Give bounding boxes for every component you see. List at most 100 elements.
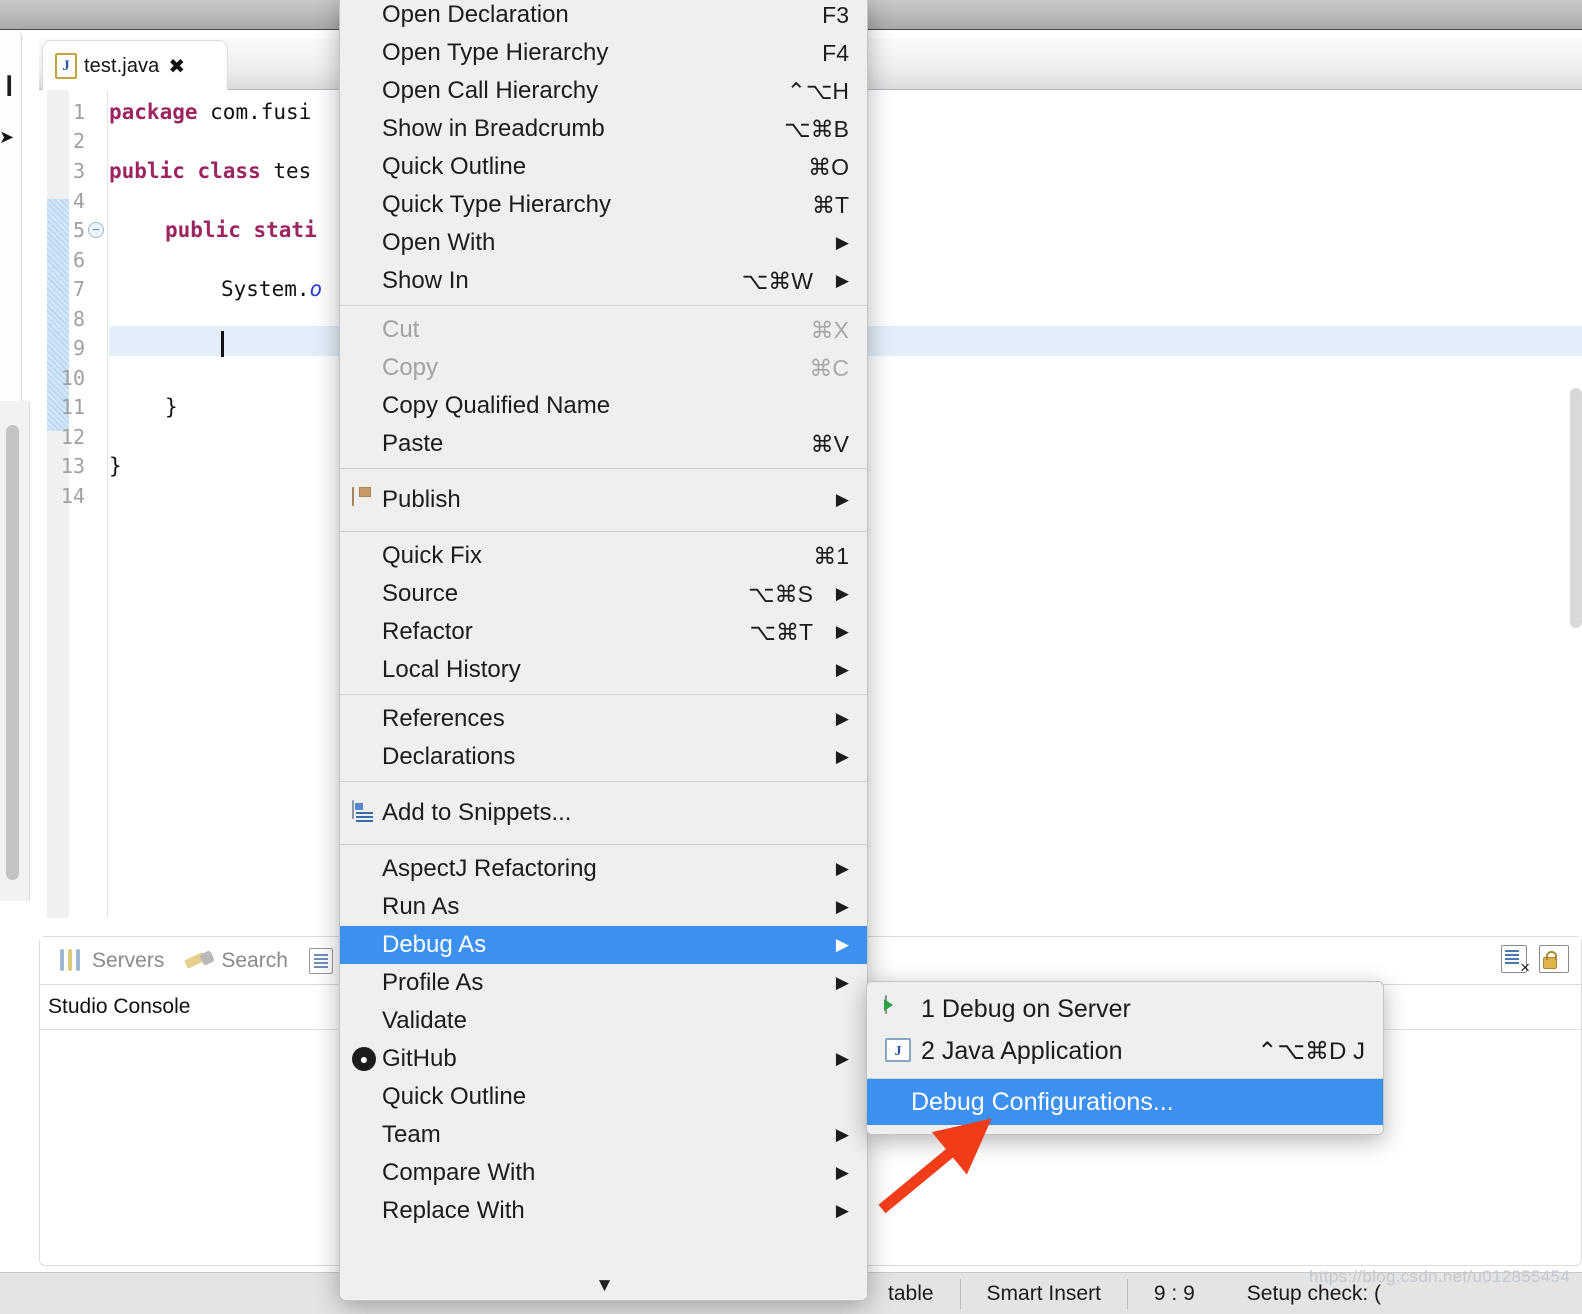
menu-item-accelerator: ⌥⌘W: [741, 267, 813, 294]
menu-item-open-with[interactable]: Open With ▶: [340, 224, 867, 262]
menu-item-open-declaration[interactable]: Open Declaration F3: [340, 0, 867, 34]
menu-item-label: Replace With: [382, 1197, 525, 1224]
publish-box-icon: [352, 487, 376, 512]
menu-item-label: Paste: [382, 430, 444, 457]
menu-item-label: References: [382, 705, 505, 732]
menu-item-source[interactable]: Source ⌥⌘S ▶: [340, 575, 867, 613]
menu-item-open-type-hierarchy[interactable]: Open Type Hierarchy F4: [340, 34, 867, 72]
menu-item-copy-qualified-name[interactable]: Copy Qualified Name: [340, 387, 867, 425]
menu-item-publish[interactable]: Publish ▶: [340, 474, 867, 526]
menu-item-show-in[interactable]: Show In ⌥⌘W ▶: [340, 262, 867, 300]
menu-item-label: Add to Snippets...: [382, 799, 572, 826]
menu-scroll-down-icon[interactable]: ▼: [340, 1272, 867, 1300]
status-writable: table: [862, 1278, 961, 1309]
close-icon[interactable]: ✖: [168, 54, 185, 79]
menu-item-aspectj-refactoring[interactable]: AspectJ Refactoring ▶: [340, 850, 867, 888]
menu-item-profile-as[interactable]: Profile As ▶: [340, 964, 867, 1002]
menu-separator: [340, 694, 867, 695]
menu-item-declarations[interactable]: Declarations ▶: [340, 738, 867, 776]
line-number: 2: [72, 129, 85, 153]
menu-item-label: Source: [382, 580, 459, 607]
menu-item-label: Open Declaration: [382, 1, 569, 28]
menu-item-run-as[interactable]: Run As ▶: [340, 888, 867, 926]
menu-item-quick-outline[interactable]: Quick Outline ⌘O: [340, 148, 867, 186]
submenu-arrow-icon: ▶: [835, 271, 849, 290]
left-panel-scrollbar[interactable]: [6, 425, 19, 880]
menu-item-label: AspectJ Refactoring: [382, 855, 597, 882]
menu-item-accelerator: ⌘1: [813, 542, 849, 569]
menu-item-label: Profile As: [382, 969, 484, 996]
github-icon: ●: [352, 1047, 376, 1071]
context-menu-group: Publish ▶: [340, 474, 867, 526]
submenu-arrow-icon: ▶: [835, 973, 849, 992]
line-number: 12: [60, 425, 85, 449]
menu-item-accelerator: ⌘V: [810, 430, 849, 457]
menu-item-github[interactable]: ● GitHub ▶: [340, 1040, 867, 1078]
submenu-arrow-icon: ▶: [835, 897, 849, 916]
lock-scroll-icon[interactable]: [1539, 945, 1569, 973]
line-number: 11: [60, 395, 85, 419]
submenu-item-debug-on-server[interactable]: 1 Debug on Server: [867, 988, 1383, 1030]
app-window: ❙ ➤ J test.java ✖ package com.fusi publi…: [0, 0, 1582, 1314]
search-icon: [185, 950, 213, 972]
line-number: 9: [72, 336, 85, 360]
menu-item-accelerator: F3: [822, 1, 849, 28]
menu-item-accelerator: ⌘X: [810, 316, 849, 343]
menu-separator: [340, 468, 867, 469]
menu-item-quick-fix[interactable]: Quick Fix ⌘1: [340, 537, 867, 575]
console-doc-icon: [308, 947, 333, 974]
menu-item-label: Team: [382, 1121, 441, 1148]
fold-collapse-icon[interactable]: −: [88, 222, 104, 238]
menu-item-replace-with[interactable]: Replace With ▶: [340, 1192, 867, 1230]
menu-item-refactor[interactable]: Refactor ⌥⌘T ▶: [340, 613, 867, 651]
left-view-stub[interactable]: ❙ ➤: [0, 31, 22, 401]
menu-separator: [340, 531, 867, 532]
menu-item-add-to-snippets[interactable]: Add to Snippets...: [340, 787, 867, 839]
menu-item-quick-outline-2[interactable]: Quick Outline: [340, 1078, 867, 1116]
line-number: 6: [72, 248, 85, 272]
menu-item-local-history[interactable]: Local History ▶: [340, 651, 867, 689]
menu-item-label: Publish: [382, 486, 461, 513]
menu-item-team[interactable]: Team ▶: [340, 1116, 867, 1154]
submenu-arrow-icon: ▶: [835, 622, 849, 641]
context-menu-group: References ▶ Declarations ▶: [340, 700, 867, 776]
clear-console-icon[interactable]: [1501, 945, 1530, 978]
menu-item-references[interactable]: References ▶: [340, 700, 867, 738]
menu-item-label: Declarations: [382, 743, 516, 770]
menu-item-accelerator: F4: [822, 39, 849, 66]
menu-item-label: Open Type Hierarchy: [382, 39, 609, 66]
submenu-item-label: 1 Debug on Server: [921, 994, 1131, 1023]
submenu-item-java-application[interactable]: J 2 Java Application ⌃⌥⌘D J: [867, 1030, 1383, 1072]
menu-item-debug-as[interactable]: Debug As ▶: [340, 926, 867, 964]
tab-console[interactable]: [303, 947, 339, 974]
menu-item-validate[interactable]: Validate: [340, 1002, 867, 1040]
submenu-item-debug-configurations[interactable]: Debug Configurations...: [867, 1079, 1383, 1125]
menu-item-compare-with[interactable]: Compare With ▶: [340, 1154, 867, 1192]
menu-item-label: Open Call Hierarchy: [382, 77, 599, 104]
editor-vertical-scrollbar[interactable]: [1570, 388, 1582, 628]
menu-item-quick-type-hierarchy[interactable]: Quick Type Hierarchy ⌘T: [340, 186, 867, 224]
menu-item-label: Cut: [382, 316, 420, 343]
menu-item-label: Copy: [382, 354, 439, 381]
line-number: 5: [72, 218, 85, 242]
tab-servers[interactable]: Servers: [52, 948, 170, 973]
context-menu-group: AspectJ Refactoring ▶ Run As ▶ Debug As ▶ P…: [340, 850, 867, 1230]
submenu-arrow-icon: ▶: [835, 1201, 849, 1220]
code-keyword: public class: [109, 159, 261, 183]
menu-item-paste[interactable]: Paste ⌘V: [340, 425, 867, 463]
context-menu: Open Declaration F3 Open Type Hierarchy F4…: [339, 0, 868, 1301]
menu-item-copy: Copy ⌘C: [340, 349, 867, 387]
menu-item-accelerator: ⌥⌘T: [749, 618, 813, 645]
menu-item-open-call-hierarchy[interactable]: Open Call Hierarchy ⌃⌥H: [340, 72, 867, 110]
submenu-arrow-icon: ▶: [835, 233, 849, 252]
menu-item-label: Debug As: [382, 931, 487, 958]
line-number: 8: [72, 307, 85, 331]
menu-item-label: Compare With: [382, 1159, 536, 1186]
menu-item-label: Show in Breadcrumb: [382, 115, 605, 142]
tab-search[interactable]: Search: [179, 949, 294, 973]
editor-tab-test-java[interactable]: J test.java ✖: [42, 40, 228, 91]
menu-item-label: Copy Qualified Name: [382, 392, 611, 419]
menu-item-show-in-breadcrumb[interactable]: Show in Breadcrumb ⌥⌘B: [340, 110, 867, 148]
submenu-arrow-icon: ▶: [835, 859, 849, 878]
menu-item-label: Refactor: [382, 618, 473, 645]
